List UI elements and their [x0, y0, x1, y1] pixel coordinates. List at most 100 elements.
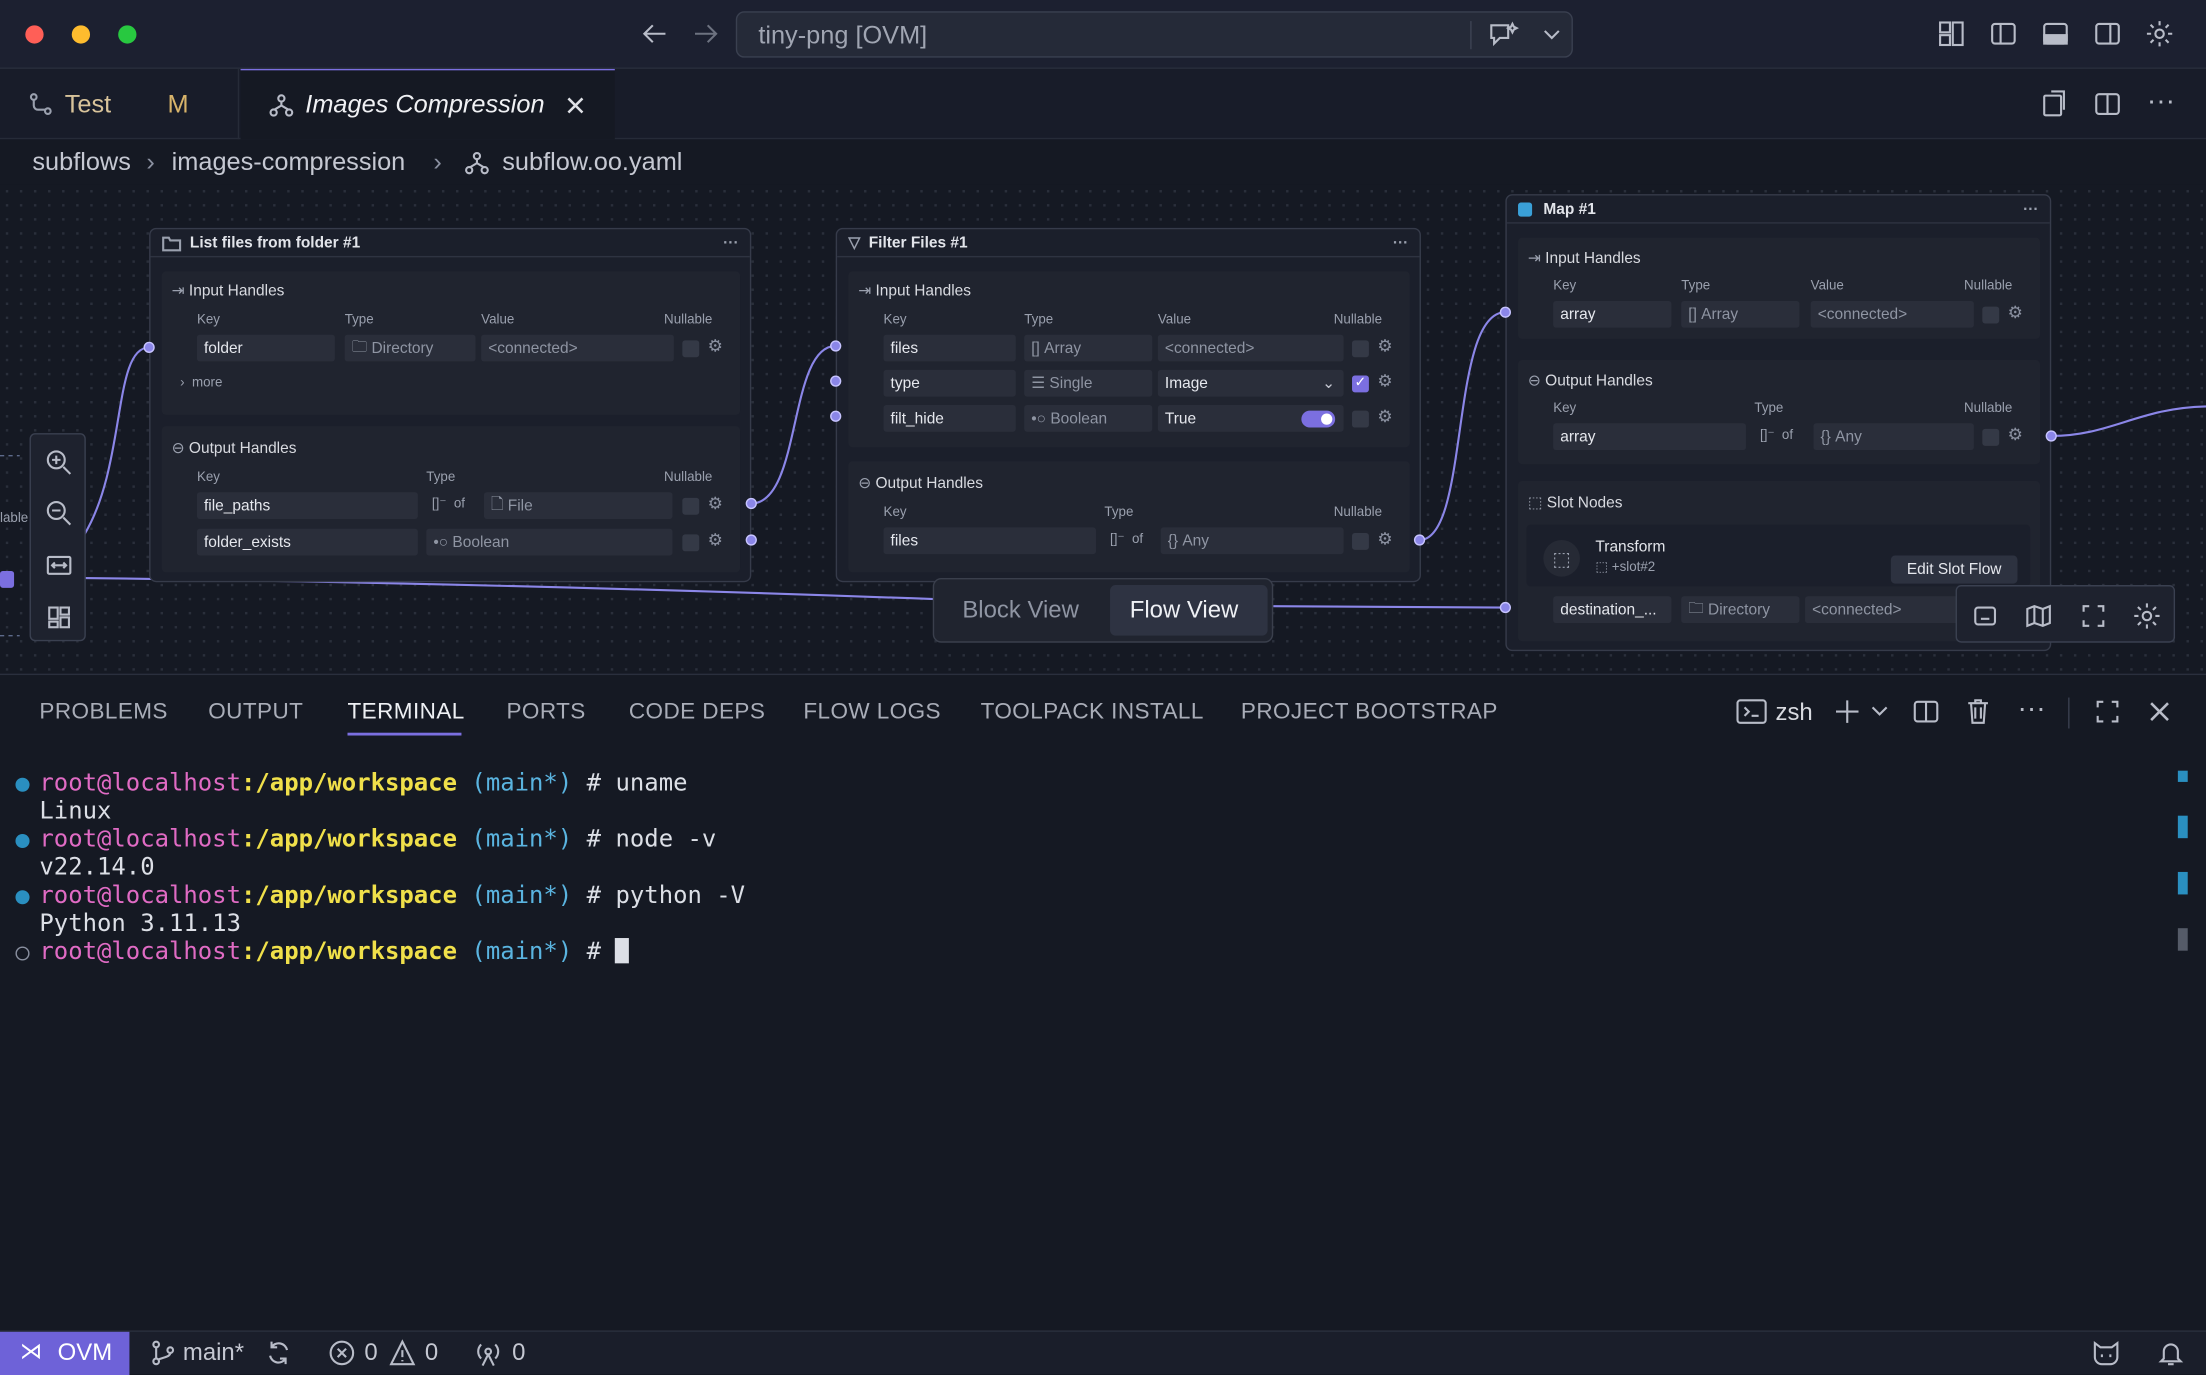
maximize-panel-icon[interactable]: [2093, 698, 2121, 726]
nullable-checkbox[interactable]: [682, 534, 700, 552]
command-center[interactable]: tiny-png [OVM]: [735, 11, 1573, 58]
gear-icon[interactable]: ⚙: [708, 494, 723, 514]
nullable-checkbox-checked[interactable]: ✓: [1352, 375, 1369, 393]
split-editor-icon[interactable]: [2093, 90, 2121, 118]
nullable-checkbox[interactable]: [682, 497, 700, 515]
checkbox-checked[interactable]: [0, 570, 15, 588]
output-port[interactable]: [2045, 430, 2057, 442]
key-field[interactable]: filt_hide: [883, 405, 1016, 432]
tab-code-deps[interactable]: CODE DEPS: [629, 700, 765, 725]
output-port[interactable]: [1413, 534, 1426, 546]
key-field[interactable]: folder: [196, 334, 335, 362]
warning-icon[interactable]: [388, 1339, 416, 1367]
more-toggle[interactable]: › more: [180, 375, 222, 390]
copilot-icon[interactable]: [2091, 1337, 2122, 1368]
value-select[interactable]: Image ⌄: [1157, 369, 1344, 397]
value-field[interactable]: <connected>: [1810, 300, 1974, 328]
open-to-side-icon[interactable]: [2040, 89, 2068, 120]
input-port[interactable]: [830, 410, 842, 422]
gear-icon[interactable]: ⚙: [708, 530, 723, 550]
panel-toggle-icon[interactable]: [1971, 602, 1999, 630]
breadcrumb-item[interactable]: images-compression: [172, 148, 406, 178]
chevron-down-icon[interactable]: [1870, 705, 1890, 719]
gear-icon[interactable]: ⚙: [708, 336, 723, 356]
breadcrumb-item[interactable]: subflow.oo.yaml: [502, 148, 682, 178]
trash-icon[interactable]: [1964, 696, 1992, 727]
node-menu-icon[interactable]: ···: [1393, 234, 1408, 251]
type-field[interactable]: 🗀 Directory: [1681, 596, 1800, 624]
tab-problems[interactable]: PROBLEMS: [39, 700, 167, 725]
type-field[interactable]: [] Array: [1681, 300, 1800, 328]
output-port[interactable]: [745, 534, 757, 546]
node-menu-icon[interactable]: ···: [2023, 200, 2038, 217]
edit-slot-flow-button[interactable]: Edit Slot Flow: [1890, 555, 2018, 584]
breadcrumb-item[interactable]: subflows: [32, 148, 131, 178]
close-panel-icon[interactable]: [2147, 699, 2172, 724]
sync-icon[interactable]: [264, 1339, 292, 1367]
command-success-icon[interactable]: [15, 833, 30, 849]
input-port[interactable]: [830, 375, 842, 387]
key-field[interactable]: files: [883, 527, 1096, 555]
toggle-panel-icon[interactable]: [2041, 20, 2069, 48]
slot-node[interactable]: ⬚ Transform ⬚ +slot#2 Edit Slot Flow: [1526, 524, 2031, 587]
node-menu-icon[interactable]: ···: [723, 234, 738, 251]
key-field[interactable]: file_paths: [196, 492, 418, 519]
nullable-checkbox[interactable]: [1982, 428, 2000, 446]
more-actions-icon[interactable]: ···: [2147, 86, 2175, 118]
command-success-icon[interactable]: [15, 890, 30, 905]
block-view-button[interactable]: Block View: [962, 596, 1079, 624]
type-field[interactable]: •○ Boolean: [426, 528, 673, 556]
input-port[interactable]: [1499, 601, 1511, 614]
key-field[interactable]: folder_exists: [196, 528, 418, 556]
key-field[interactable]: files: [883, 334, 1016, 362]
gear-icon[interactable]: ⚙: [2008, 425, 2023, 445]
input-port[interactable]: [830, 340, 842, 352]
tab-ports[interactable]: PORTS: [506, 700, 585, 725]
type-field[interactable]: 🗋 File: [483, 492, 673, 519]
minimize-window-button[interactable]: [71, 25, 91, 44]
chat-sparkle-icon[interactable]: [1487, 20, 1521, 51]
back-arrow-icon[interactable]: [640, 21, 668, 46]
node-header[interactable]: Map #1 ···: [1506, 195, 2050, 224]
value-field[interactable]: <connected>: [1805, 596, 1960, 624]
toggle-secondary-sidebar-icon[interactable]: [2093, 20, 2121, 48]
error-count[interactable]: 0: [364, 1339, 377, 1367]
tab-flow-logs[interactable]: FLOW LOGS: [803, 700, 941, 725]
flow-view-button[interactable]: Flow View: [1110, 585, 1268, 636]
key-field[interactable]: array: [1553, 423, 1746, 451]
git-branch[interactable]: main*: [183, 1339, 244, 1367]
gear-icon[interactable]: ⚙: [1377, 336, 1392, 356]
value-field[interactable]: True: [1157, 405, 1344, 432]
gear-icon[interactable]: ⚙: [1377, 406, 1392, 426]
ports-count[interactable]: 0: [512, 1339, 525, 1367]
nullable-checkbox[interactable]: [1352, 533, 1369, 550]
type-field[interactable]: ☰ Single: [1024, 369, 1153, 397]
output-port[interactable]: [745, 497, 757, 510]
node-list-files[interactable]: List files from folder #1 ··· ⇥ Input Ha…: [149, 227, 752, 583]
toggle-switch[interactable]: [1301, 410, 1336, 428]
node-map[interactable]: Map #1 ··· ⇥ Input Handles Key Type Valu…: [1505, 194, 2052, 652]
tab-images-compression[interactable]: Images Compression: [240, 68, 615, 140]
input-port[interactable]: [1499, 306, 1511, 318]
key-field[interactable]: array: [1553, 300, 1672, 328]
value-field[interactable]: <connected>: [1157, 334, 1344, 362]
gear-icon[interactable]: ⚙: [1377, 371, 1392, 391]
chevron-down-icon[interactable]: [1542, 28, 1562, 42]
node-header[interactable]: List files from folder #1 ···: [150, 229, 750, 258]
tab-project-bootstrap[interactable]: PROJECT BOOTSTRAP: [1241, 700, 1498, 725]
fullscreen-icon[interactable]: [2079, 602, 2107, 630]
nullable-checkbox[interactable]: [1352, 410, 1369, 428]
tab-toolpack-install[interactable]: TOOLPACK INSTALL: [981, 700, 1204, 725]
key-field[interactable]: destination_...: [1553, 596, 1672, 624]
fit-view-icon[interactable]: [45, 551, 73, 579]
type-field[interactable]: {} Any: [1160, 527, 1344, 555]
shell-name[interactable]: zsh: [1775, 699, 1812, 727]
remote-indicator[interactable]: ⋊ OVM: [0, 1331, 130, 1375]
close-window-button[interactable]: [25, 25, 44, 44]
node-filter-files[interactable]: ▽ Filter Files #1 ··· ⇥ Input Handles Ke…: [835, 227, 1421, 583]
more-actions-icon[interactable]: ···: [2017, 693, 2045, 725]
type-field[interactable]: 🗀 Directory: [344, 334, 476, 362]
toggle-primary-sidebar-icon[interactable]: [1989, 20, 2017, 48]
split-terminal-icon[interactable]: [1912, 698, 1940, 726]
ports-antenna-icon[interactable]: [474, 1339, 502, 1367]
